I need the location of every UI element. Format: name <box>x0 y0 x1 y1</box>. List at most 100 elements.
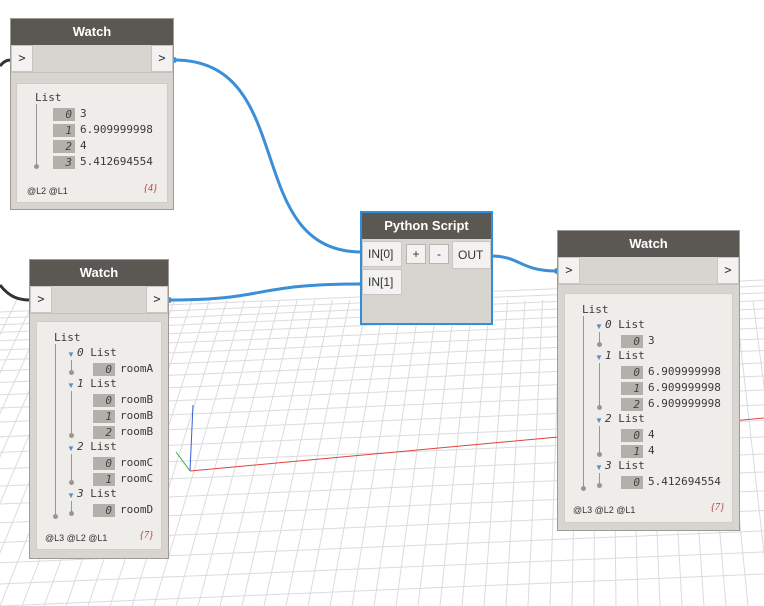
node-title[interactable]: Watch <box>558 231 739 257</box>
collapse-toggle-icon[interactable]: ▼ <box>67 350 75 360</box>
tree-end-dot <box>597 405 602 410</box>
grid-line <box>417 299 456 606</box>
list-item: 0 6.909999998 <box>621 364 721 379</box>
input-port[interactable]: > <box>30 286 52 313</box>
tree-root-label: List <box>54 331 81 344</box>
grid-line <box>483 299 509 606</box>
collapse-toggle-icon[interactable]: ▼ <box>595 322 603 332</box>
tree-branch-line <box>55 344 56 516</box>
tree-branch-line <box>599 426 600 454</box>
port-row: > > <box>558 257 739 285</box>
sublist-header: 1 List <box>77 377 117 390</box>
grid-line <box>461 299 491 606</box>
node-title[interactable]: Watch <box>11 19 173 45</box>
wire-incoming-watch2[interactable] <box>0 284 31 302</box>
tree-end-dot <box>597 452 602 457</box>
list-item: 0 roomB <box>93 392 153 407</box>
tree-end-dot <box>597 483 602 488</box>
list-item: 14 <box>621 443 655 458</box>
grid-line <box>175 299 263 606</box>
tree-end-dot <box>69 433 74 438</box>
item-count: {7} <box>140 530 153 541</box>
grid-line <box>197 299 281 606</box>
list-item: 24 <box>53 138 87 153</box>
python-script-node[interactable]: Python Script IN[0] IN[1] + - OUT <box>360 211 493 325</box>
list-item: 1 roomB <box>93 408 153 423</box>
list-item: 0 5.412694554 <box>621 474 721 489</box>
tree-root-label: List <box>582 303 609 316</box>
tree-root-label: List <box>35 91 62 104</box>
input-port-in1[interactable]: IN[1] <box>362 269 402 295</box>
input-port[interactable]: > <box>11 45 33 72</box>
grid-line <box>263 299 333 606</box>
remove-input-button[interactable]: - <box>429 244 449 264</box>
list-item: 03 <box>53 106 87 121</box>
grid-line <box>395 299 438 606</box>
list-levels[interactable]: @L3 @L2 @L1 <box>573 505 635 515</box>
item-count: {7} <box>711 502 724 513</box>
sublist-header: 3 List <box>605 459 645 472</box>
list-item: 2 roomB <box>93 424 153 439</box>
list-item: 04 <box>621 427 655 442</box>
output-port[interactable]: > <box>146 286 168 313</box>
watch-node-1[interactable]: Watch > > List 03 1 6.909999998 24 3 5.412… <box>10 18 174 210</box>
watch-output-panel[interactable]: List ▼ 0 List 03 ▼ 1 List 0 6.909999998 1… <box>564 293 733 523</box>
tree-end-dot <box>581 486 586 491</box>
tree-branch-line <box>583 316 584 488</box>
list-item: 0 roomC <box>93 455 153 470</box>
list-item: 3 5.412694554 <box>53 154 153 169</box>
grid-line <box>439 299 474 606</box>
collapse-toggle-icon[interactable]: ▼ <box>67 444 75 454</box>
tree-branch-line <box>71 454 72 482</box>
grid-line <box>241 299 316 606</box>
collapse-toggle-icon[interactable]: ▼ <box>67 491 75 501</box>
port-row: > > <box>11 45 173 73</box>
output-port[interactable]: > <box>151 45 173 72</box>
watch-output-panel[interactable]: List 03 1 6.909999998 24 3 5.412694554 @L2… <box>16 83 168 203</box>
list-levels[interactable]: @L3 @L2 @L1 <box>45 533 107 543</box>
list-item: 1 6.909999998 <box>53 122 153 137</box>
list-levels[interactable]: @L2 @L1 <box>27 186 68 196</box>
watch-output-panel[interactable]: List ▼ 0 List 0 roomA ▼ 1 List 0 roomB 1 ro… <box>36 321 162 550</box>
list-item: 2 6.909999998 <box>621 396 721 411</box>
wire-watch1-to-python-in0[interactable] <box>173 58 363 254</box>
input-port-in0[interactable]: IN[0] <box>362 241 402 267</box>
watch-node-2[interactable]: Watch > > List ▼ 0 List 0 roomA ▼ 1 List … <box>29 259 169 559</box>
port-row: > > <box>30 286 168 314</box>
item-count: {4} <box>144 183 157 194</box>
node-title[interactable]: Python Script <box>362 213 491 239</box>
list-item: 1 roomC <box>93 471 153 486</box>
tree-end-dot <box>69 370 74 375</box>
list-item: 0 roomA <box>93 361 153 376</box>
tree-branch-line <box>71 391 72 435</box>
tree-branch-line <box>36 104 37 166</box>
grid-line <box>505 299 526 606</box>
watch-node-3[interactable]: Watch > > List ▼ 0 List 03 ▼ 1 List 0 6.9… <box>557 230 740 531</box>
collapse-toggle-icon[interactable]: ▼ <box>595 416 603 426</box>
collapse-toggle-icon[interactable]: ▼ <box>595 353 603 363</box>
sublist-header: 0 List <box>605 318 645 331</box>
list-item: 0 roomD <box>93 502 153 517</box>
tree-end-dot <box>69 480 74 485</box>
tree-end-dot <box>69 511 74 516</box>
wire-python-out-to-watch3[interactable] <box>490 254 558 273</box>
grid-line <box>0 299 18 336</box>
list-item: 03 <box>621 333 655 348</box>
sublist-header: 3 List <box>77 487 117 500</box>
node-title[interactable]: Watch <box>30 260 168 286</box>
output-port-out[interactable]: OUT <box>452 241 491 269</box>
grid-line <box>752 299 764 391</box>
grid-line <box>219 299 298 606</box>
sublist-header: 2 List <box>77 440 117 453</box>
collapse-toggle-icon[interactable]: ▼ <box>595 463 603 473</box>
grid-line <box>527 299 544 606</box>
sublist-header: 1 List <box>605 349 645 362</box>
collapse-toggle-icon[interactable]: ▼ <box>67 381 75 391</box>
list-item: 1 6.909999998 <box>621 380 721 395</box>
sublist-header: 2 List <box>605 412 645 425</box>
add-input-button[interactable]: + <box>406 244 426 264</box>
tree-end-dot <box>53 514 58 519</box>
output-port[interactable]: > <box>717 257 739 284</box>
tree-end-dot <box>597 342 602 347</box>
input-port[interactable]: > <box>558 257 580 284</box>
